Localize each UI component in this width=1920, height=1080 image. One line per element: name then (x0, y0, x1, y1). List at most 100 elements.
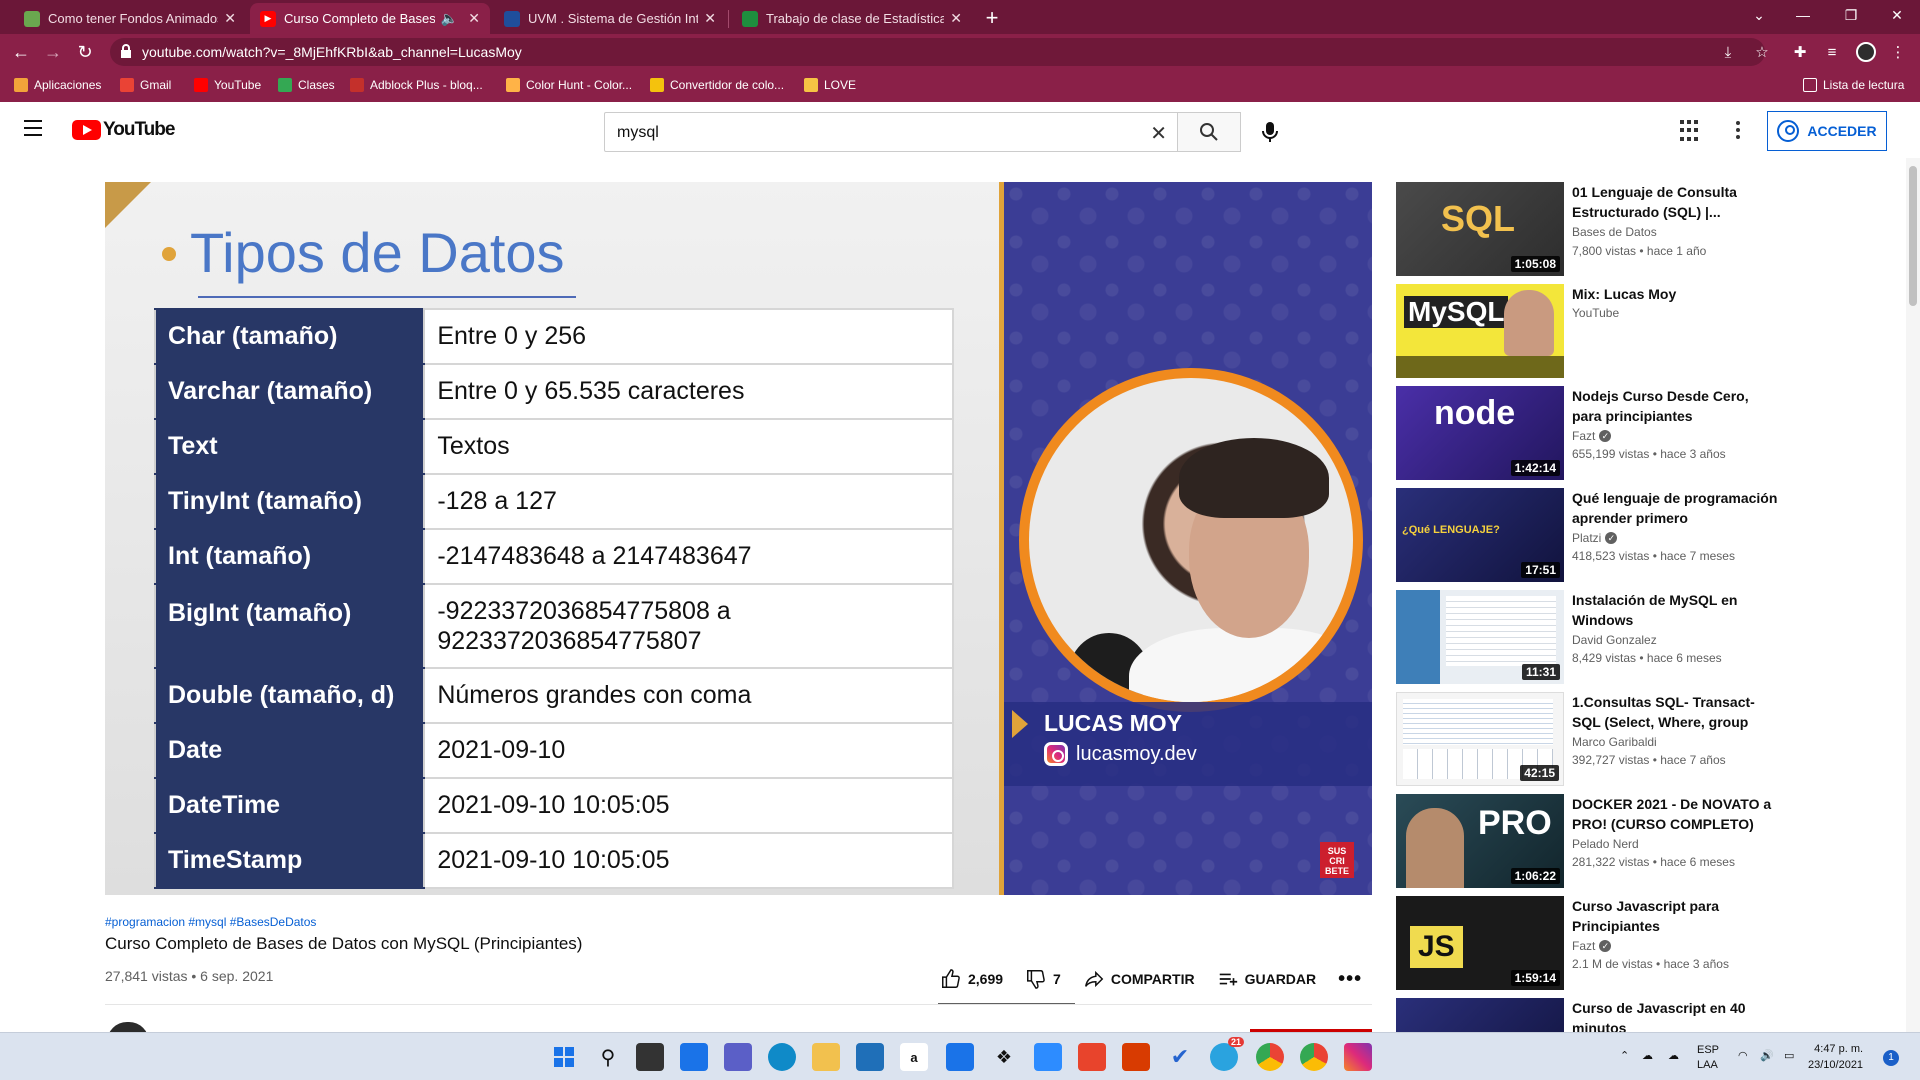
notification-badge[interactable]: 1 (1883, 1050, 1899, 1066)
related-video-item[interactable]: MySQL Mix: Lucas Moy YouTube (1396, 284, 1896, 380)
video-player[interactable]: Tipos de Datos Char (tamaño) Entre 0 y 25… (105, 182, 1372, 895)
related-video-item[interactable]: 11:31 Instalación de MySQL en Windows Da… (1396, 590, 1896, 686)
video-thumbnail[interactable]: MySQL (1396, 284, 1564, 378)
browser-tab[interactable]: Como tener Fondos Animados en ✕ (14, 3, 246, 34)
reload-button[interactable]: ↻ (70, 37, 100, 67)
bookmark-item[interactable]: YouTube (194, 78, 261, 92)
browser-tab[interactable]: UVM . Sistema de Gestión Integr ✕ (494, 3, 726, 34)
like-button[interactable]: 2,699 (940, 968, 1003, 990)
related-video-item[interactable]: ¿Qué LENGUAJE? 17:51 Qué lenguaje de pro… (1396, 488, 1896, 584)
bookmark-star-icon[interactable]: ☆ (1752, 42, 1772, 62)
extensions-icon[interactable]: ✚ (1790, 42, 1810, 62)
office-icon[interactable] (1078, 1043, 1106, 1071)
wifi-icon[interactable]: ◠ (1738, 1049, 1748, 1062)
youtube-logo[interactable]: YouTube (72, 119, 175, 141)
search-button[interactable] (1177, 112, 1241, 152)
bookmark-item[interactable]: Gmail (120, 78, 171, 92)
battery-icon[interactable]: ▭ (1784, 1049, 1794, 1062)
tab-search-icon[interactable]: ⌄ (1736, 0, 1782, 30)
video-hashtags[interactable]: #programacion #mysql #BasesDeDatos (105, 915, 316, 929)
media-control-icon[interactable]: ≡ (1822, 42, 1842, 62)
language-indicator[interactable]: ESP LAA (1697, 1043, 1719, 1073)
related-video-item[interactable]: SQL 1:05:08 01 Lenguaje de Consulta Estr… (1396, 182, 1896, 278)
todo-icon[interactable]: ✔ (1166, 1043, 1194, 1071)
sign-in-button[interactable]: ACCEDER (1767, 111, 1887, 151)
browser-tab[interactable]: Trabajo de clase de Estadística De ✕ (732, 3, 972, 34)
close-tab-icon[interactable]: ✕ (704, 10, 716, 27)
audio-playing-icon[interactable]: 🔈 (441, 10, 458, 27)
bookmark-item[interactable]: Aplicaciones (14, 78, 101, 92)
video-thumbnail[interactable] (1396, 998, 1564, 1032)
bookmark-item[interactable]: Adblock Plus - bloq... (350, 78, 483, 92)
scrollbar-thumb[interactable] (1909, 166, 1917, 306)
start-button[interactable] (550, 1043, 578, 1071)
file-explorer-icon[interactable] (812, 1043, 840, 1071)
chrome-icon[interactable] (1256, 1043, 1284, 1071)
onedrive-icon[interactable]: ☁ (1668, 1049, 1679, 1062)
back-button[interactable]: ← (6, 37, 36, 67)
bookmark-folder[interactable]: LOVE (804, 78, 856, 92)
show-hidden-icons[interactable]: ⌃ (1620, 1049, 1629, 1062)
amazon-icon[interactable]: a (900, 1043, 928, 1071)
install-app-icon[interactable]: ⤓ (1718, 42, 1738, 62)
new-tab-button[interactable]: + (978, 4, 1006, 32)
volume-icon[interactable]: 🔊 (1760, 1049, 1774, 1062)
chrome-profile-icon[interactable] (1300, 1043, 1328, 1071)
close-tab-icon[interactable]: ✕ (950, 10, 962, 27)
browser-tab-active[interactable]: ▶ Curso Completo de Bases de 🔈 ✕ (250, 3, 490, 34)
minimize-window-button[interactable]: — (1780, 0, 1826, 30)
task-view-icon[interactable] (636, 1043, 664, 1071)
bookmark-item[interactable]: Clases (278, 78, 335, 92)
profile-avatar[interactable] (1856, 42, 1876, 62)
instagram-app-icon[interactable] (1344, 1043, 1372, 1071)
mail-icon[interactable] (946, 1043, 974, 1071)
weather-icon[interactable]: ☁ (1642, 1049, 1653, 1062)
video-thumbnail[interactable]: 42:15 (1396, 692, 1564, 786)
related-video-item[interactable]: 42:15 1.Consultas SQL- Transact-SQL (Sel… (1396, 692, 1896, 788)
video-thumbnail[interactable]: 11:31 (1396, 590, 1564, 684)
teams-chat-icon[interactable] (724, 1043, 752, 1071)
telegram-icon[interactable]: 21 (1210, 1037, 1244, 1071)
close-window-button[interactable]: ✕ (1874, 0, 1920, 30)
zoom-icon[interactable] (1034, 1043, 1062, 1071)
table-row: Text Textos (153, 418, 954, 475)
edge-icon[interactable] (768, 1043, 796, 1071)
video-thumbnail[interactable]: node 1:42:14 (1396, 386, 1564, 480)
hamburger-menu-icon[interactable] (24, 120, 48, 140)
more-actions-button[interactable]: ••• (1338, 968, 1362, 991)
video-thumbnail[interactable]: JS 1:59:14 (1396, 896, 1564, 990)
bookmark-item[interactable]: Convertidor de colo... (650, 78, 784, 92)
system-clock[interactable]: 4:47 p. m. 23/10/2021 (1808, 1041, 1863, 1073)
related-video-item[interactable]: node 1:42:14 Nodejs Curso Desde Cero, pa… (1396, 386, 1896, 482)
store-icon[interactable] (856, 1043, 884, 1071)
bookmark-item[interactable]: Color Hunt - Color... (506, 78, 632, 92)
search-input[interactable]: mysql ✕ (604, 112, 1178, 152)
restore-window-button[interactable]: ❐ (1828, 0, 1874, 30)
settings-more-icon[interactable] (1730, 118, 1746, 142)
office-365-icon[interactable] (1122, 1043, 1150, 1071)
widgets-icon[interactable] (680, 1043, 708, 1071)
address-bar[interactable]: youtube.com/watch?v=_8MjEhfKRbI&ab_chann… (110, 38, 1765, 66)
dropbox-icon[interactable]: ❖ (990, 1043, 1018, 1071)
voice-search-button[interactable] (1250, 112, 1290, 152)
type-cell: Varchar (tamaño) (153, 363, 426, 420)
related-video-item[interactable]: PRO 1:06:22 DOCKER 2021 - De NOVATO a PR… (1396, 794, 1896, 890)
browser-menu-icon[interactable]: ⋮ (1888, 42, 1908, 62)
close-tab-icon[interactable]: ✕ (224, 10, 236, 27)
close-tab-icon[interactable]: ✕ (468, 10, 480, 27)
page-scrollbar[interactable] (1906, 158, 1920, 1032)
search-taskbar-icon[interactable]: ⚲ (594, 1043, 622, 1071)
video-thumbnail[interactable]: ¿Qué LENGUAJE? 17:51 (1396, 488, 1564, 582)
forward-button[interactable]: → (38, 37, 68, 67)
share-button[interactable]: COMPARTIR (1083, 968, 1195, 990)
reading-list-button[interactable]: Lista de lectura (1803, 78, 1904, 92)
subscribe-watermark[interactable]: SUS CRI BETE (1320, 842, 1354, 878)
youtube-apps-icon[interactable] (1680, 120, 1702, 142)
clear-search-icon[interactable]: ✕ (1150, 121, 1167, 146)
video-thumbnail[interactable]: PRO 1:06:22 (1396, 794, 1564, 888)
related-video-item[interactable]: Curso de Javascript en 40 minutos (1396, 998, 1896, 1032)
related-video-item[interactable]: JS 1:59:14 Curso Javascript para Princip… (1396, 896, 1896, 992)
dislike-button[interactable]: 7 (1025, 968, 1061, 990)
save-button[interactable]: GUARDAR (1217, 968, 1316, 990)
video-thumbnail[interactable]: SQL 1:05:08 (1396, 182, 1564, 276)
